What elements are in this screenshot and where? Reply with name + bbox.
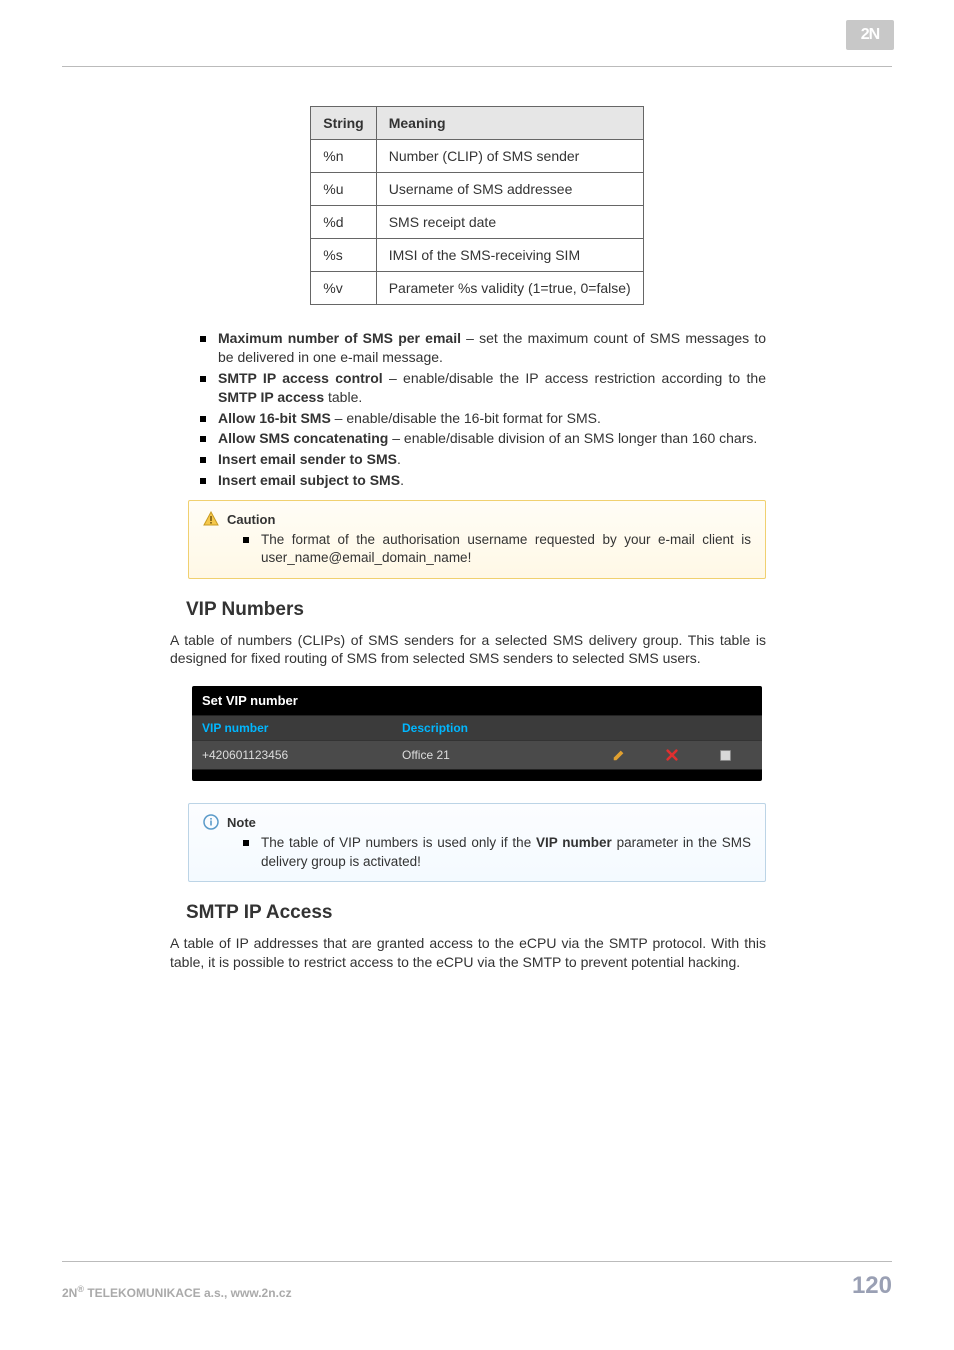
item-text: .	[397, 451, 401, 467]
table-row: %n Number (CLIP) of SMS sender	[311, 140, 643, 173]
footer-company-text: TELEKOMUNIKACE a.s., www.2n.cz	[84, 1286, 292, 1300]
item-strong: Maximum number of SMS per email	[218, 330, 461, 346]
footer-brand: 2N	[62, 1286, 77, 1300]
vip-cell-number: +420601123456	[192, 743, 392, 767]
page-footer: 2N® TELEKOMUNIKACE a.s., www.2n.cz 120	[62, 1261, 892, 1300]
item-text: – enable/disable the 16-bit format for S…	[331, 410, 601, 426]
list-item: Allow SMS concatenating – enable/disable…	[200, 429, 766, 448]
feature-list: Maximum number of SMS per email – set th…	[170, 329, 784, 490]
header-divider	[62, 66, 892, 67]
section-heading-vip-numbers: VIP Numbers	[186, 599, 784, 621]
table-row: %v Parameter %s validity (1=true, 0=fals…	[311, 272, 643, 305]
item-strong: Allow SMS concatenating	[218, 430, 388, 446]
cell-meaning: SMS receipt date	[376, 206, 643, 239]
caution-callout: Caution The format of the authorisation …	[188, 500, 766, 578]
note-strong: VIP number	[536, 835, 612, 850]
warning-icon	[203, 511, 219, 527]
note-text: The table of VIP numbers is used only if…	[261, 835, 536, 850]
list-item: Maximum number of SMS per email – set th…	[200, 329, 766, 367]
cell-string: %u	[311, 173, 376, 206]
page-number: 120	[852, 1272, 892, 1300]
item-strong: Allow 16-bit SMS	[218, 410, 331, 426]
vip-row: +420601123456 Office 21	[192, 740, 762, 769]
list-item: Insert email subject to SMS.	[200, 471, 766, 490]
string-meaning-table: String Meaning %n Number (CLIP) of SMS s…	[310, 106, 643, 305]
table-row: %d SMS receipt date	[311, 206, 643, 239]
list-item: SMTP IP access control – enable/disable …	[200, 369, 766, 407]
table-row: %u Username of SMS addressee	[311, 173, 643, 206]
add-icon[interactable]	[716, 746, 734, 764]
col-header-string: String	[311, 107, 376, 140]
cell-meaning: Parameter %s validity (1=true, 0=false)	[376, 272, 643, 305]
cell-meaning: IMSI of the SMS-receiving SIM	[376, 239, 643, 272]
cell-meaning: Number (CLIP) of SMS sender	[376, 140, 643, 173]
delete-icon[interactable]	[663, 746, 681, 764]
brand-logo: 2N	[846, 20, 894, 50]
col-header-meaning: Meaning	[376, 107, 643, 140]
vip-number-table: Set VIP number VIP number Description +4…	[192, 686, 762, 781]
item-text: table.	[324, 389, 362, 405]
registered-mark: ®	[77, 1284, 84, 1294]
item-strong-inline: SMTP IP access	[218, 389, 324, 405]
item-text: – enable/disable division of an SMS long…	[388, 430, 757, 446]
cell-string: %d	[311, 206, 376, 239]
cell-meaning: Username of SMS addressee	[376, 173, 643, 206]
info-icon	[203, 814, 219, 830]
item-text: – enable/disable the IP access restricti…	[383, 370, 766, 386]
callout-item: The format of the authorisation username…	[243, 531, 751, 567]
callout-item: The table of VIP numbers is used only if…	[243, 834, 751, 870]
list-item: Insert email sender to SMS.	[200, 450, 766, 469]
item-strong: SMTP IP access control	[218, 370, 383, 386]
vip-cell-description: Office 21	[392, 743, 582, 767]
item-strong: Insert email sender to SMS	[218, 451, 397, 467]
cell-string: %s	[311, 239, 376, 272]
section-paragraph: A table of IP addresses that are granted…	[170, 934, 766, 972]
item-text: .	[400, 472, 404, 488]
list-item: Allow 16-bit SMS – enable/disable the 16…	[200, 409, 766, 428]
cell-string: %n	[311, 140, 376, 173]
footer-company: 2N® TELEKOMUNIKACE a.s., www.2n.cz	[62, 1284, 292, 1300]
cell-string: %v	[311, 272, 376, 305]
note-callout: Note The table of VIP numbers is used on…	[188, 803, 766, 881]
section-heading-smtp-ip-access: SMTP IP Access	[186, 902, 784, 924]
vip-table-title: Set VIP number	[192, 686, 762, 715]
vip-col-number: VIP number	[192, 716, 392, 740]
item-strong: Insert email subject to SMS	[218, 472, 400, 488]
callout-title: Note	[227, 815, 256, 830]
vip-col-description: Description	[392, 716, 582, 740]
table-row: %s IMSI of the SMS-receiving SIM	[311, 239, 643, 272]
edit-icon[interactable]	[610, 746, 628, 764]
section-paragraph: A table of numbers (CLIPs) of SMS sender…	[170, 631, 766, 669]
callout-title: Caution	[227, 512, 275, 527]
